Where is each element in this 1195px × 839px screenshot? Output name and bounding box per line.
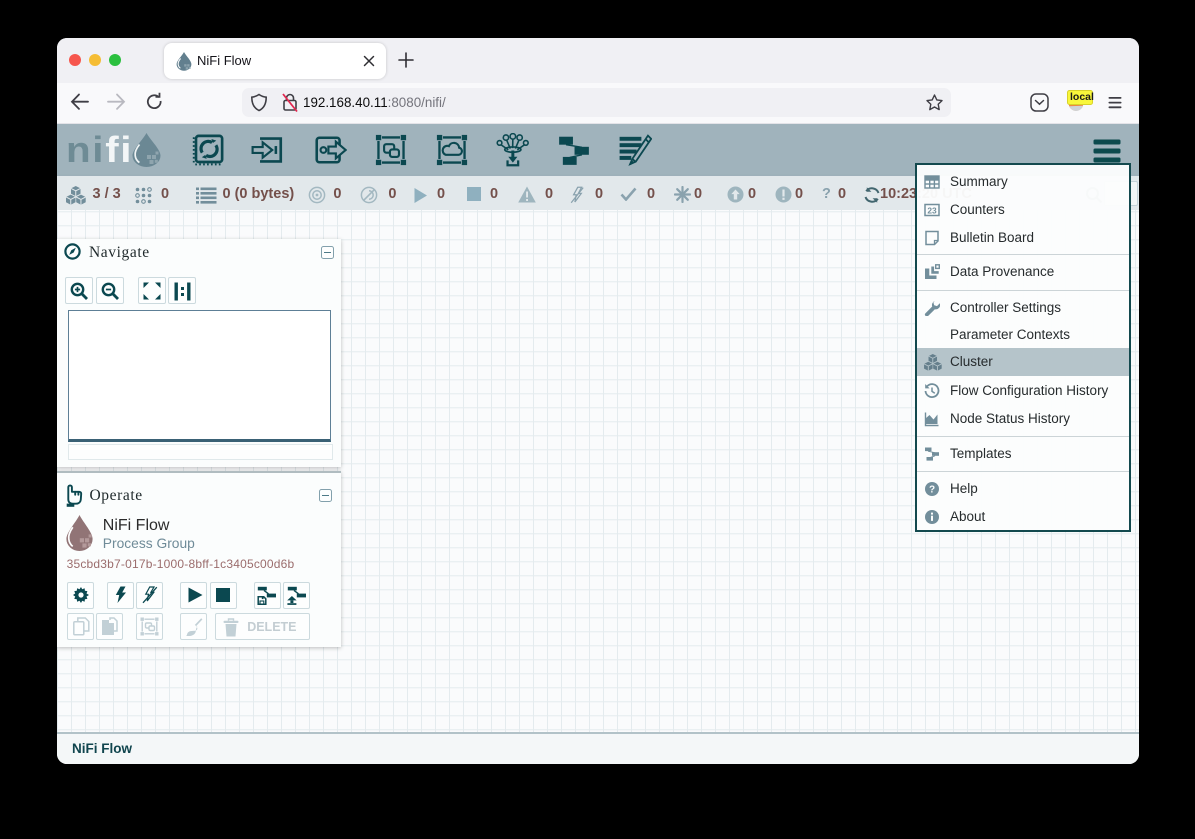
svg-text:?: ? — [929, 485, 935, 496]
svg-text:23: 23 — [927, 205, 937, 215]
